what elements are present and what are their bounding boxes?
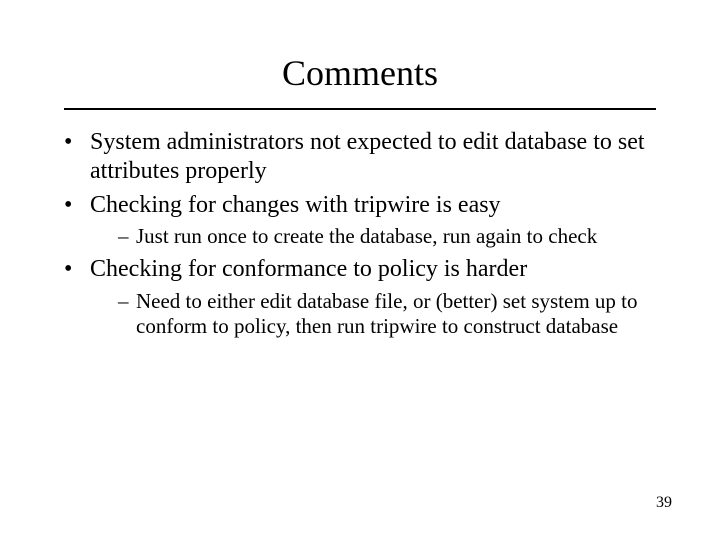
bullet-list: System administrators not expected to ed…	[64, 128, 656, 340]
sub-bullet-item: Need to either edit database file, or (b…	[118, 289, 656, 340]
slide: Comments System administrators not expec…	[0, 0, 720, 540]
bullet-item: System administrators not expected to ed…	[64, 128, 656, 187]
sub-bullet-list: Just run once to create the database, ru…	[90, 224, 656, 250]
bullet-item: Checking for changes with tripwire is ea…	[64, 191, 656, 250]
sub-bullet-item: Just run once to create the database, ru…	[118, 224, 656, 250]
bullet-text: System administrators not expected to ed…	[90, 129, 645, 184]
bullet-text: Checking for conformance to policy is ha…	[90, 256, 527, 282]
bullet-item: Checking for conformance to policy is ha…	[64, 255, 656, 339]
sub-bullet-list: Need to either edit database file, or (b…	[90, 289, 656, 340]
bullet-text: Checking for changes with tripwire is ea…	[90, 192, 501, 218]
title-divider	[64, 108, 656, 110]
page-number: 39	[656, 494, 672, 512]
sub-bullet-text: Just run once to create the database, ru…	[136, 224, 597, 248]
slide-title: Comments	[0, 0, 720, 102]
sub-bullet-text: Need to either edit database file, or (b…	[136, 289, 638, 339]
